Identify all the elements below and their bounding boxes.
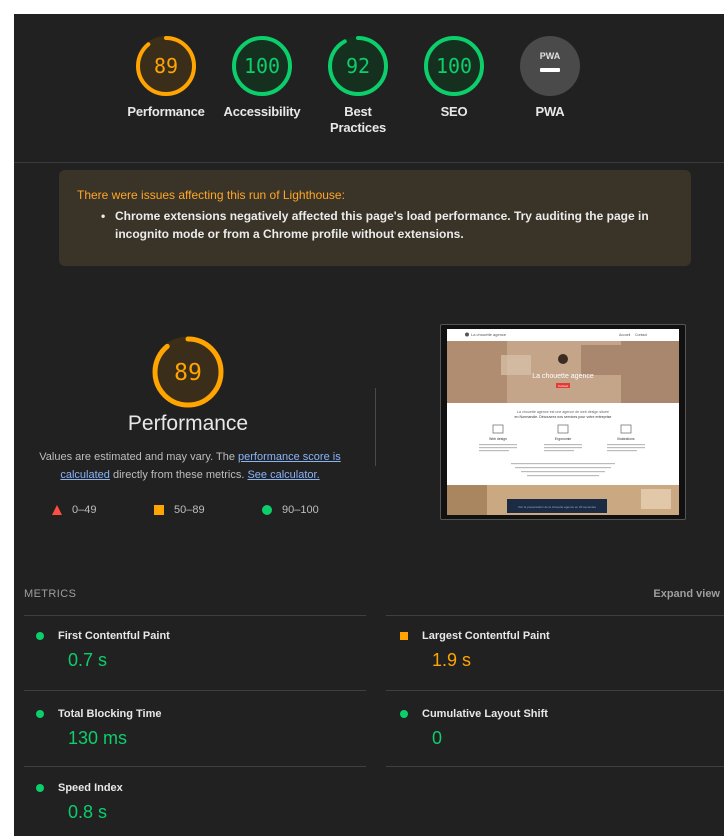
pwa-badge: PWA [520,36,580,96]
preview-nav: Accueil [619,333,631,337]
divider [24,615,366,616]
divider [14,162,724,163]
legend-pass: 90–100 [262,504,319,516]
preview-cta-text: Contact [558,384,569,388]
metric-cls: Cumulative Layout Shift 0 [400,708,720,749]
gauge-ring: 92 [328,36,388,96]
legend-range: 90–100 [282,504,319,516]
legend-average: 50–89 [154,504,205,516]
metric-lcp: Largest Contentful Paint 1.9 s [400,630,720,671]
gauge-ring: 100 [424,36,484,96]
performance-gauge: 89 [152,336,224,408]
metric-name: Largest Contentful Paint [422,630,550,642]
divider [24,766,366,767]
preview-feature: Web design [489,437,507,441]
circle-icon [262,505,272,515]
gauge-performance[interactable]: 89 Performance [118,34,214,120]
final-screenshot[interactable]: La chouette agence Accueil Contact La ch… [440,324,686,520]
metric-name: Total Blocking Time [58,708,162,720]
preview-feature: Ergonomie [555,437,572,441]
gauge-score: 100 [244,54,280,78]
calculator-link[interactable]: See calculator. [247,469,319,481]
owl-logo-icon [465,332,469,337]
triangle-icon [52,505,62,515]
pwa-dash-icon [540,68,560,72]
lighthouse-report: 89 Performance 100 Accessibility 92 Best… [14,14,724,836]
metric-value: 0 [432,728,443,748]
preview-feature: Illustrations [617,437,634,441]
average-square-icon [400,632,408,640]
pass-circle-icon [36,632,44,640]
gauge-label: SEO [440,104,468,119]
owl-emblem-icon [558,354,568,364]
warning-item-text: Chrome extensions negatively affected th… [115,209,649,241]
square-icon [154,505,164,515]
gauge-score: 100 [436,54,472,78]
metric-tbt: Total Blocking Time 130 ms [36,708,356,749]
gauge-label: PWA [535,104,565,119]
divider [386,615,724,616]
pass-circle-icon [36,784,44,792]
metric-name: Speed Index [58,782,123,794]
gauge-pwa[interactable]: PWA PWA [502,34,598,120]
divider [386,766,724,767]
metric-name: Cumulative Layout Shift [422,708,548,720]
metrics-title: METRICS [24,588,77,600]
runtime-warning: There were issues affecting this run of … [59,170,691,266]
gauge-label: Best Practices [329,104,387,135]
bullet: • [101,209,106,223]
gauge-label: Performance [127,104,205,119]
divider [24,690,366,691]
divider [386,690,724,691]
legend-fail: 0–49 [52,504,96,516]
metric-value: 0.7 s [68,650,108,670]
pwa-badge-text: PWA [540,51,561,61]
gauge-accessibility[interactable]: 100 Accessibility [214,34,310,120]
gauge-best-practices[interactable]: 92 Best Practices [310,34,406,136]
expand-view-toggle[interactable]: Expand view [653,588,720,600]
performance-score: 89 [174,360,202,386]
metric-name: First Contentful Paint [58,630,170,642]
pass-circle-icon [36,710,44,718]
gauge-ring: 89 [136,36,196,96]
metric-value: 0.8 s [68,802,108,822]
desc-text: directly from these metrics. [109,469,248,481]
metric-speed-index: Speed Index 0.8 s [36,782,356,823]
metric-value: 1.9 s [432,650,472,670]
performance-description: Values are estimated and may vary. The p… [20,448,360,484]
desc-text: Values are estimated and may vary. The [39,451,238,463]
warning-item: • Chrome extensions negatively affected … [77,207,673,243]
metrics-header: METRICS Expand view [24,588,720,600]
preview-intro: en Normandie. Découvrez nos services pou… [515,415,612,419]
preview-brand: La chouette agence [471,332,507,337]
performance-title: Performance [127,412,249,435]
legend-range: 50–89 [174,504,205,516]
gauge-score: 92 [346,54,370,78]
legend-range: 0–49 [72,504,97,516]
pass-circle-icon [400,710,408,718]
metric-value: 130 ms [68,728,128,748]
gauge-seo[interactable]: 100 SEO [406,34,502,120]
warning-title: There were issues affecting this run of … [77,188,345,202]
preview-intro: La chouette agence est une agence de web… [517,410,609,414]
gauge-label: Accessibility [223,104,301,119]
gauge-ring: 100 [232,36,292,96]
preview-nav: Contact [635,333,647,337]
vertical-divider [375,388,376,466]
preview-hero-title: La chouette agence [532,373,594,380]
metric-fcp: First Contentful Paint 0.7 s [36,630,356,671]
gauge-score: 89 [154,54,178,78]
preview-banner-text: Voir la présentation de la chouette agen… [518,505,597,509]
page-preview: La chouette agence Accueil Contact La ch… [447,329,679,515]
